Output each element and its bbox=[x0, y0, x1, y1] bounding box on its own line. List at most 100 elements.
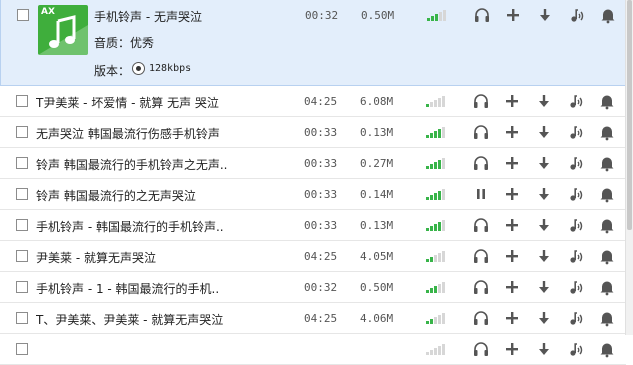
bell-icon[interactable] bbox=[598, 216, 616, 234]
bell-icon[interactable] bbox=[598, 185, 616, 203]
bell-icon[interactable] bbox=[598, 340, 616, 358]
bell-icon[interactable] bbox=[598, 92, 616, 110]
ringtone-title[interactable]: 手机铃声 - 1 - 韩国最流行的手机.. bbox=[36, 280, 256, 297]
ringtone-row-expanded[interactable]: AX 手机铃声 - 无声哭泣 音质：优秀 版本： 128kbps 00:32 0… bbox=[0, 0, 626, 86]
headphones-icon[interactable] bbox=[472, 340, 490, 358]
row-checkbox[interactable] bbox=[16, 188, 28, 200]
ringtone-row-6[interactable]: 尹美莱 - 就算无声哭泣 04:25 4.05M bbox=[0, 241, 626, 272]
ringtone-icon[interactable] bbox=[567, 247, 585, 265]
headphones-icon[interactable] bbox=[472, 278, 490, 296]
ringtone-row-8[interactable]: T、尹美莱、尹美莱 - 就算无声哭泣 04:25 4.06M bbox=[0, 303, 626, 334]
ringtone-row-3[interactable]: 铃声 韩国最流行的手机铃声之无声.. 00:33 0.27M bbox=[0, 148, 626, 179]
ringtone-title[interactable]: T尹美莱 - 坏爱情 - 就算 无声 哭泣 bbox=[36, 94, 256, 111]
version-radio[interactable] bbox=[132, 62, 145, 75]
file-size: 0.14M bbox=[360, 188, 394, 201]
add-icon[interactable] bbox=[504, 6, 522, 24]
ringtone-icon bbox=[570, 219, 583, 232]
bell-icon[interactable] bbox=[598, 123, 616, 141]
duration: 00:33 bbox=[304, 219, 338, 232]
bell-icon[interactable] bbox=[598, 309, 616, 327]
download-icon[interactable] bbox=[535, 123, 553, 141]
download-icon[interactable] bbox=[535, 340, 553, 358]
row-checkbox[interactable] bbox=[16, 95, 28, 107]
download-icon[interactable] bbox=[535, 247, 553, 265]
bell-icon bbox=[601, 9, 615, 24]
bell-icon[interactable] bbox=[598, 247, 616, 265]
ringtone-title[interactable]: 手机铃声 - 无声哭泣 bbox=[94, 8, 314, 25]
ringtone-icon[interactable] bbox=[567, 278, 585, 296]
ringtone-icon[interactable] bbox=[567, 216, 585, 234]
scrollbar-thumb[interactable] bbox=[627, 0, 632, 230]
download-icon[interactable] bbox=[535, 278, 553, 296]
ringtone-icon[interactable] bbox=[567, 123, 585, 141]
bell-icon[interactable] bbox=[598, 278, 616, 296]
download-icon[interactable] bbox=[535, 154, 553, 172]
ringtone-row-1[interactable]: T尹美莱 - 坏爱情 - 就算 无声 哭泣 04:25 6.08M bbox=[0, 86, 626, 117]
download-icon bbox=[539, 219, 549, 231]
row-checkbox[interactable] bbox=[16, 250, 28, 262]
download-icon[interactable] bbox=[535, 185, 553, 203]
download-icon[interactable] bbox=[535, 216, 553, 234]
row-checkbox[interactable] bbox=[17, 9, 29, 21]
row-checkbox[interactable] bbox=[16, 126, 28, 138]
headphones-icon[interactable] bbox=[472, 247, 490, 265]
download-icon bbox=[539, 126, 549, 138]
ringtone-icon[interactable] bbox=[567, 185, 585, 203]
signal-bar bbox=[438, 160, 441, 169]
headphones-icon[interactable] bbox=[472, 123, 490, 141]
headphones-icon[interactable] bbox=[473, 6, 491, 24]
ringtone-title[interactable]: 铃声 韩国最流行的之无声哭泣 bbox=[36, 187, 256, 204]
headphones-icon[interactable] bbox=[472, 216, 490, 234]
add-icon[interactable] bbox=[503, 247, 521, 265]
pause-icon bbox=[477, 189, 485, 199]
bell-icon[interactable] bbox=[599, 6, 617, 24]
row-checkbox[interactable] bbox=[16, 281, 28, 293]
ringtone-title[interactable]: T、尹美莱、尹美莱 - 就算无声哭泣 bbox=[36, 311, 256, 328]
add-icon[interactable] bbox=[503, 340, 521, 358]
headphones-icon[interactable] bbox=[472, 154, 490, 172]
ringtone-title[interactable]: 尹美莱 - 就算无声哭泣 bbox=[36, 249, 256, 266]
scrollbar[interactable] bbox=[625, 0, 633, 335]
ringtone-icon[interactable] bbox=[567, 340, 585, 358]
ringtone-icon[interactable] bbox=[567, 309, 585, 327]
add-icon[interactable] bbox=[503, 216, 521, 234]
signal-bar bbox=[434, 317, 437, 324]
ringtone-row-4[interactable]: 铃声 韩国最流行的之无声哭泣 00:33 0.14M bbox=[0, 179, 626, 210]
add-icon[interactable] bbox=[503, 123, 521, 141]
signal-bar bbox=[426, 197, 429, 200]
download-icon bbox=[539, 343, 549, 355]
ringtone-title[interactable]: 铃声 韩国最流行的手机铃声之无声.. bbox=[36, 156, 256, 173]
download-icon[interactable] bbox=[535, 309, 553, 327]
download-icon[interactable] bbox=[536, 6, 554, 24]
add-icon[interactable] bbox=[503, 185, 521, 203]
duration: 04:25 bbox=[304, 95, 338, 108]
ringtone-row-7[interactable]: 手机铃声 - 1 - 韩国最流行的手机.. 00:32 0.50M bbox=[0, 272, 626, 303]
ringtone-icon[interactable] bbox=[567, 154, 585, 172]
headphones-icon[interactable] bbox=[472, 92, 490, 110]
ringtone-row-2[interactable]: 无声哭泣 韩国最流行伤感手机铃声 00:33 0.13M bbox=[0, 117, 626, 148]
signal-bar bbox=[438, 346, 441, 355]
signal-bar bbox=[439, 12, 442, 21]
add-icon[interactable] bbox=[503, 154, 521, 172]
add-icon[interactable] bbox=[503, 278, 521, 296]
signal-bar bbox=[438, 191, 441, 200]
row-checkbox[interactable] bbox=[16, 219, 28, 231]
ringtone-row-9[interactable] bbox=[0, 334, 626, 365]
row-checkbox[interactable] bbox=[16, 312, 28, 324]
signal-bars bbox=[426, 281, 446, 293]
add-icon[interactable] bbox=[503, 309, 521, 327]
pause-icon[interactable] bbox=[472, 185, 490, 203]
add-icon[interactable] bbox=[503, 92, 521, 110]
ringtone-title[interactable]: 手机铃声 - 韩国最流行的手机铃声.. bbox=[36, 218, 256, 235]
download-icon[interactable] bbox=[535, 92, 553, 110]
row-checkbox[interactable] bbox=[16, 157, 28, 169]
headphones-icon[interactable] bbox=[472, 309, 490, 327]
version-label: 版本： bbox=[94, 64, 131, 78]
album-cover: AX bbox=[38, 5, 88, 55]
ringtone-title[interactable]: 无声哭泣 韩国最流行伤感手机铃声 bbox=[36, 125, 256, 142]
bell-icon[interactable] bbox=[598, 154, 616, 172]
ringtone-icon[interactable] bbox=[567, 92, 585, 110]
ringtone-icon[interactable] bbox=[568, 6, 586, 24]
ringtone-row-5[interactable]: 手机铃声 - 韩国最流行的手机铃声.. 00:33 0.13M bbox=[0, 210, 626, 241]
row-checkbox[interactable] bbox=[16, 343, 28, 355]
